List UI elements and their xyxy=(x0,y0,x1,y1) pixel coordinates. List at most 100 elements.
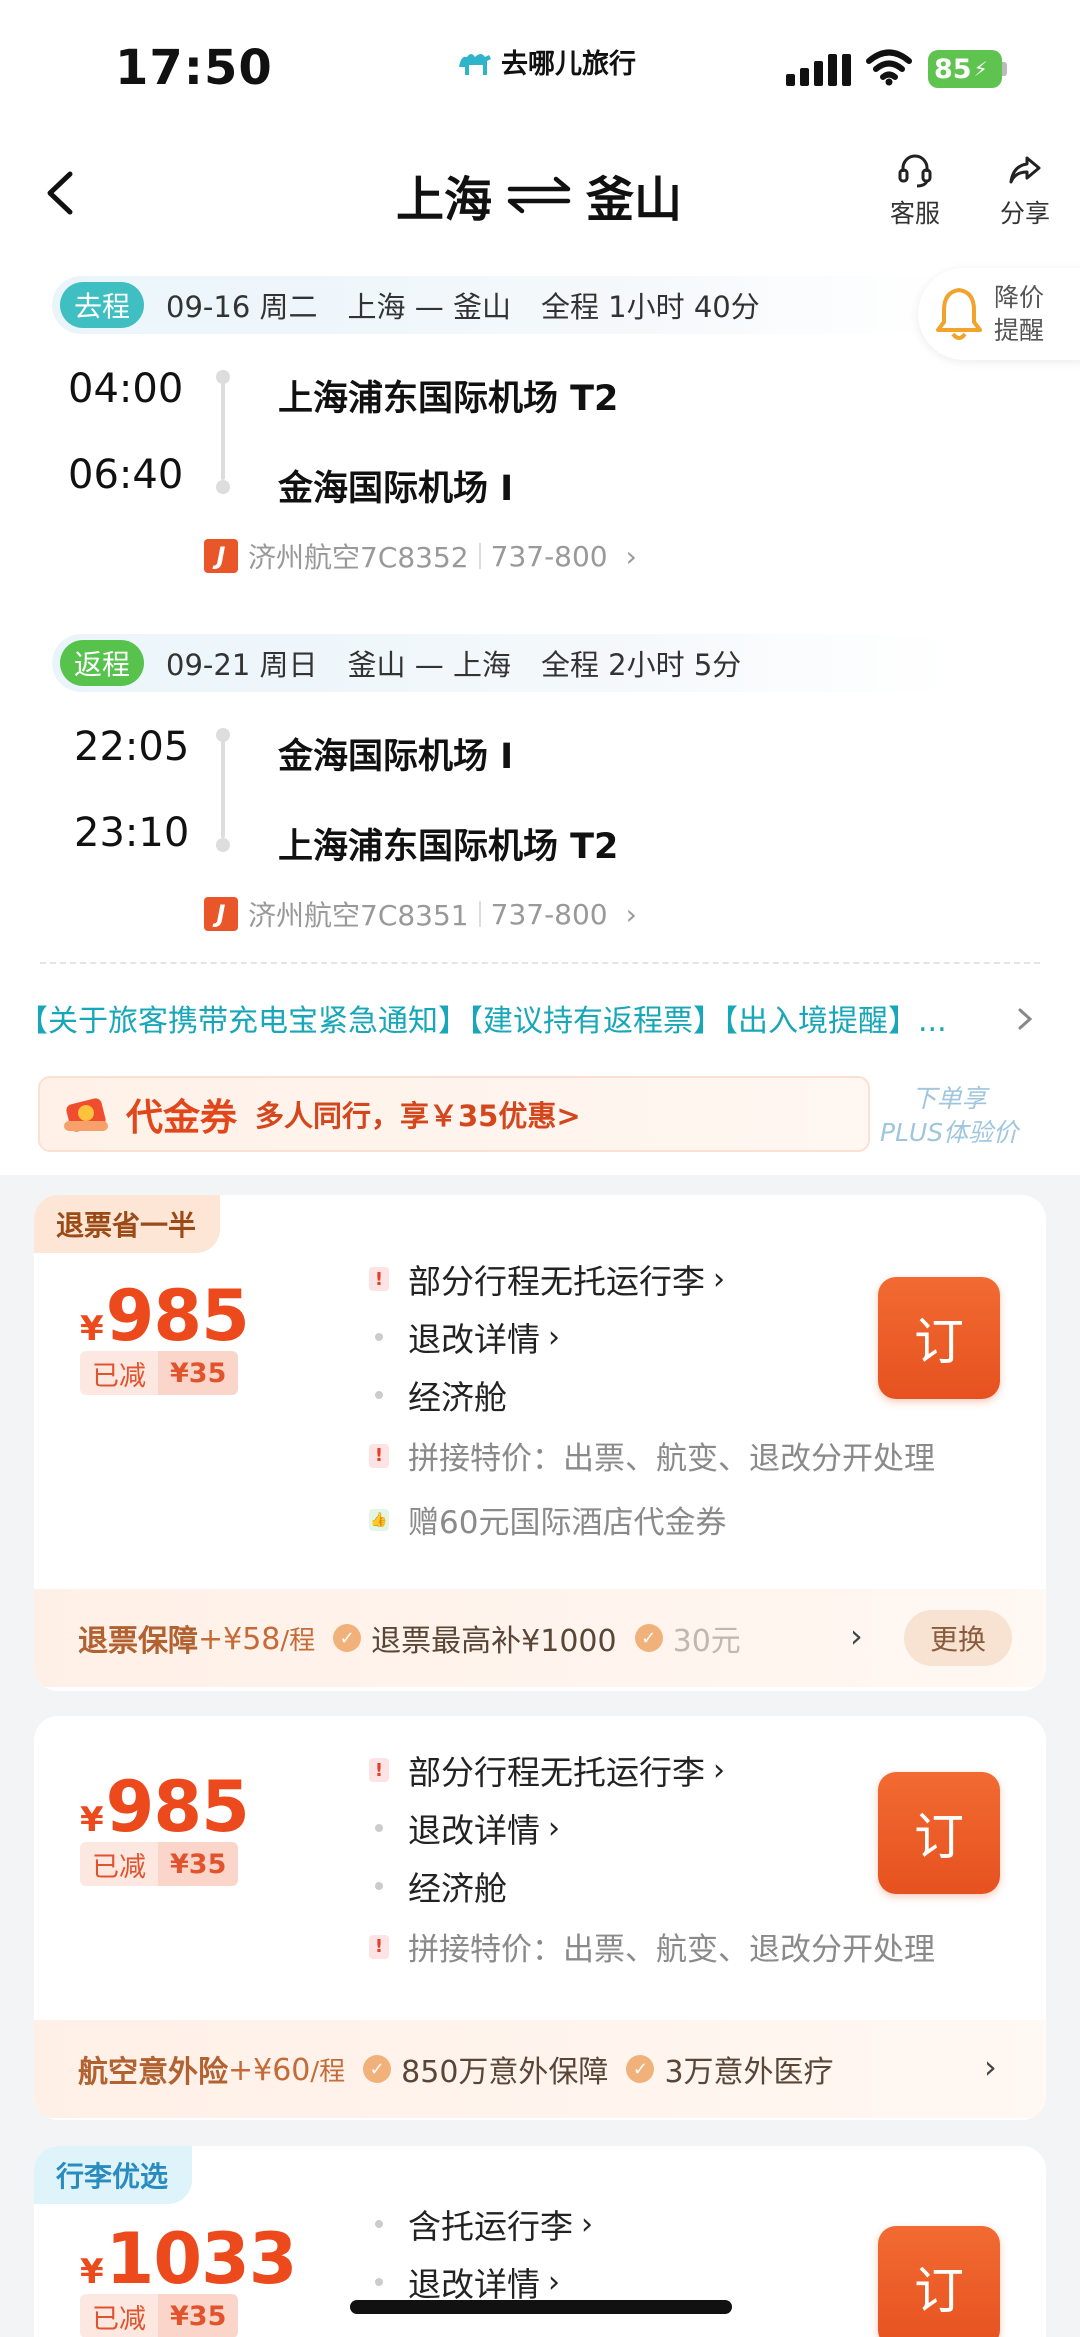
customer-service-button[interactable]: 客服 xyxy=(890,150,940,230)
chevron-right-icon: › xyxy=(548,1319,560,1355)
inbound-arrival-time: 23:10 xyxy=(74,810,190,856)
chevron-right-icon[interactable] xyxy=(1014,1004,1036,1034)
outbound-airline-row[interactable]: J 济州航空7C8352 737-800 › xyxy=(204,536,637,576)
voucher-title: 代金券 xyxy=(126,1096,237,1139)
customer-service-label: 客服 xyxy=(890,199,941,228)
feature-text: 经济舱 xyxy=(408,1869,507,1908)
bullet xyxy=(375,1391,383,1399)
timeline-line xyxy=(221,380,225,480)
book-button[interactable]: 订 xyxy=(878,1772,1000,1894)
inbound-airline-row[interactable]: J 济州航空7C8351 737-800 › xyxy=(204,894,637,934)
inbound-departure-time: 22:05 xyxy=(74,724,190,770)
battery-tip xyxy=(1002,62,1007,76)
voucher-icon xyxy=(64,1098,108,1132)
feature-text: 赠60元国际酒店代金券 xyxy=(408,1505,727,1541)
discount-tag: 已减 ¥35 xyxy=(80,1351,239,1395)
feature-text: 退改详情 xyxy=(408,2265,540,2304)
chevron-right-icon[interactable]: › xyxy=(984,2048,997,2086)
inbound-aircraft: 737-800 xyxy=(490,897,608,931)
alert-icon: ! xyxy=(369,1934,389,1959)
combo-fare-note: ! 拼接特价：出票、航变、退改分开处理 xyxy=(368,1924,935,1969)
brand-name: 去哪儿旅行 xyxy=(501,49,636,80)
book-button[interactable]: 订 xyxy=(878,2226,1000,2337)
fare-card: 退票省一半 ¥ 985 已减 ¥35 ! 部分行程无托运行李 › 退改详情 › 经济舱… xyxy=(34,1195,1046,1691)
bullet xyxy=(375,2220,383,2228)
refund-details[interactable]: 退改详情 › xyxy=(368,1804,560,1852)
inbound-tag: 返程 xyxy=(60,640,145,686)
insurance-unit: /程 xyxy=(310,2056,346,2087)
feature-text: 部分行程无托运行李 xyxy=(408,1262,705,1301)
outbound-aircraft: 737-800 xyxy=(490,539,608,573)
outbound-arrival-airport: 金海国际机场 I xyxy=(278,469,514,509)
divider xyxy=(478,901,481,927)
page-title: 上海 釜山 xyxy=(396,160,682,230)
refund-details[interactable]: 退改详情 › xyxy=(368,2258,560,2306)
outbound-route: 上海 — 釜山 xyxy=(347,290,511,324)
check-icon: ✓ xyxy=(626,2055,655,2083)
feature-text: 拼接特价：出票、航变、退改分开处理 xyxy=(408,1441,935,1477)
price-alert-label: 降价 提醒 xyxy=(994,281,1044,347)
currency: ¥ xyxy=(80,1309,104,1349)
discount-tag: 已减 ¥35 xyxy=(80,1842,239,1886)
insurance-price-value: +¥58 xyxy=(198,1621,281,1657)
hotel-voucher-gift: 👍 赠60元国际酒店代金券 xyxy=(368,1497,726,1542)
refund-details[interactable]: 退改详情 › xyxy=(368,1313,560,1361)
back-arrow-icon[interactable] xyxy=(40,168,80,218)
book-button[interactable]: 订 xyxy=(878,1277,1000,1399)
benefit-text: 850万意外保障 xyxy=(401,2055,609,2090)
chevron-right-icon: › xyxy=(713,1752,725,1788)
airline-logo-icon: J xyxy=(204,897,238,931)
notice-link[interactable]: 【关于旅客携带充电宝紧急通知】【建议持有返程票】【出入境提醒】... xyxy=(18,996,1018,1040)
camel-icon xyxy=(459,53,491,75)
baggage-info[interactable]: 含托运行李 › xyxy=(368,2200,593,2248)
benefit-text: 30元 xyxy=(672,1624,741,1659)
outbound-departure-airport: 上海浦东国际机场 T2 xyxy=(278,379,619,419)
fare-badge: 行李优选 xyxy=(34,2146,193,2204)
outbound-tag: 去程 xyxy=(60,282,145,328)
feature-text: 拼接特价：出票、航变、退改分开处理 xyxy=(408,1932,935,1968)
price-value: 985 xyxy=(105,1766,250,1848)
inbound-route: 釜山 — 上海 xyxy=(347,648,511,682)
alert-icon: ! xyxy=(369,1758,389,1782)
headset-icon xyxy=(898,154,932,188)
voucher-banner[interactable]: 代金券 多人同行，享￥35优惠> xyxy=(38,1076,870,1152)
accident-insurance-bar[interactable]: 航空意外险 +¥60/程 ✓ 850万意外保障 ✓ 3万意外医疗 › xyxy=(34,2020,1046,2118)
chevron-right-icon: › xyxy=(625,897,637,931)
check-icon: ✓ xyxy=(333,1624,362,1652)
inbound-summary: 返程 09-21 周日 釜山 — 上海 全程 2小时 5分 xyxy=(52,634,952,692)
discount-amount: ¥35 xyxy=(158,1842,239,1886)
baggage-info[interactable]: ! 部分行程无托运行李 › xyxy=(368,1255,725,1303)
wifi-icon xyxy=(866,49,912,86)
battery-level: 85 xyxy=(934,53,972,85)
home-indicator[interactable] xyxy=(350,2300,732,2314)
brand-logo: 去哪儿旅行 xyxy=(455,42,636,81)
inbound-date: 09-21 周日 xyxy=(166,648,318,682)
change-insurance-button[interactable]: 更换 xyxy=(904,1610,1012,1666)
discount-amount: ¥35 xyxy=(158,2294,239,2337)
chevron-right-icon[interactable]: › xyxy=(850,1617,863,1655)
bullet xyxy=(375,1882,383,1890)
destination-city: 釜山 xyxy=(586,172,683,228)
feature-text: 部分行程无托运行李 xyxy=(408,1753,705,1792)
chevron-right-icon: › xyxy=(713,1261,725,1297)
combo-fare-note: ! 拼接特价：出票、航变、退改分开处理 xyxy=(368,1433,935,1478)
share-button[interactable]: 分享 xyxy=(1000,150,1050,230)
bullet xyxy=(375,1824,383,1832)
outbound-arrival-time: 06:40 xyxy=(68,452,184,498)
voucher-description: 多人同行，享￥35优惠> xyxy=(255,1099,581,1133)
share-icon xyxy=(1009,156,1041,184)
dashed-divider xyxy=(40,962,1040,964)
refund-insurance-bar[interactable]: 退票保障 +¥58/程 ✓ 退票最高补¥1000 ✓ 30元 › 更换 xyxy=(34,1589,1046,1687)
cabin-class: 经济舱 xyxy=(368,1862,507,1910)
feature-text: 经济舱 xyxy=(408,1378,507,1417)
baggage-info[interactable]: ! 部分行程无托运行李 › xyxy=(368,1746,725,1794)
insurance-benefit: ✓ 3万意外医疗 xyxy=(626,2047,834,2091)
insurance-benefit: ✓ 850万意外保障 xyxy=(363,2047,608,2091)
share-label: 分享 xyxy=(1000,199,1051,228)
feature-text: 退改详情 xyxy=(408,1320,540,1359)
insurance-unit: /程 xyxy=(280,1625,316,1656)
price-alert-line1: 降价 xyxy=(994,283,1045,312)
discount-label: 已减 xyxy=(80,1351,158,1395)
feature-text: 退改详情 xyxy=(408,1811,540,1850)
price-alert-button[interactable]: 降价 提醒 xyxy=(918,268,1080,360)
